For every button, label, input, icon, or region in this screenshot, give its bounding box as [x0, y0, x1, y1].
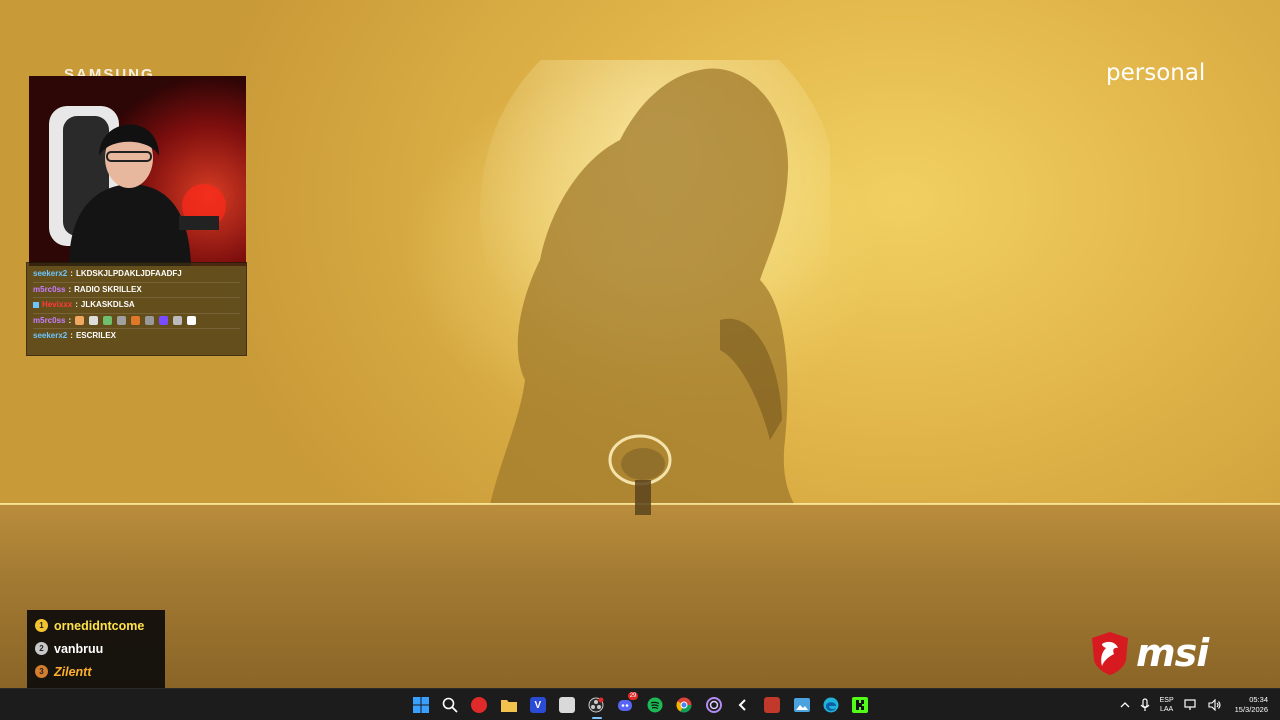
msi-logo: msi	[1090, 630, 1209, 676]
red-app-icon	[471, 697, 488, 713]
taskbar-photos[interactable]	[787, 689, 816, 720]
spotify-icon	[647, 697, 663, 713]
gray-app-icon	[559, 697, 576, 713]
chat-overlay: seekerx2 : LKDSKJLPDAKLJDFAADFJ m5rc0ss …	[26, 262, 247, 356]
taskbar-kick[interactable]	[845, 689, 874, 720]
chat-username: Hevixxx	[42, 300, 73, 310]
clock-date: 15/3/2026	[1234, 705, 1268, 714]
edge-icon	[823, 697, 839, 713]
taskbar-obs[interactable]	[582, 689, 611, 720]
taskbar-app-spiral[interactable]	[699, 689, 728, 720]
kick-icon	[852, 697, 869, 713]
rank-badge: 2	[35, 642, 48, 655]
chat-message: seekerx2 : ESCRILEX	[33, 328, 240, 344]
emote-icon	[131, 316, 141, 326]
top-viewer-row: 3 Zilentt	[35, 660, 157, 683]
v-app-icon: V	[529, 697, 546, 713]
chrome-icon	[676, 697, 692, 713]
search-icon	[442, 697, 458, 713]
chat-separator: :	[70, 331, 73, 341]
chat-message: seekerx2 : LKDSKJLPDAKLJDFAADFJ	[33, 266, 240, 282]
taskbar-voicemeeter[interactable]	[758, 689, 787, 720]
personal-sponsor-logo: personal	[1106, 60, 1206, 86]
clock-time: 05:34	[1249, 695, 1268, 704]
rank-badge: 3	[35, 665, 48, 678]
streamer-webcam-image	[29, 76, 246, 266]
chat-text: RADIO SKRILLEX	[74, 284, 142, 294]
search-button[interactable]	[435, 689, 464, 720]
taskbar-edge[interactable]	[816, 689, 845, 720]
chat-message: Hevixxx : JLKASKDLSA	[33, 297, 240, 313]
msi-wordmark: msi	[1136, 631, 1209, 675]
taskbar-apps: V 29	[406, 689, 875, 720]
chat-text: ESCRILEX	[75, 331, 116, 341]
volume-button[interactable]	[1208, 699, 1222, 711]
chat-separator: :	[75, 300, 78, 310]
keyboard-layout: LAA	[1160, 706, 1174, 713]
language-code: ESP	[1159, 697, 1174, 704]
taskbar-app-gray[interactable]	[552, 689, 581, 720]
emote-icon	[173, 316, 183, 326]
microphone-button[interactable]	[1140, 698, 1150, 712]
chat-text: JLKASKDLSA	[80, 300, 135, 310]
taskbar-app-arrow[interactable]	[728, 689, 757, 720]
start-button[interactable]	[406, 689, 435, 720]
taskbar-discord[interactable]: 29	[611, 689, 640, 720]
discord-notification-badge: 29	[627, 692, 639, 700]
top-viewer-row: 1 ornedidntcome	[35, 614, 157, 637]
chat-separator: :	[68, 315, 72, 325]
rank-badge: 1	[35, 619, 48, 632]
chat-username: m5rc0ss	[33, 284, 66, 294]
taskbar-file-explorer[interactable]	[494, 689, 523, 720]
chevron-up-icon	[1120, 702, 1130, 708]
microphone-icon	[1140, 698, 1150, 711]
voicemeeter-icon	[764, 697, 781, 713]
spiral-app-icon	[705, 697, 722, 713]
arrow-app-icon	[738, 699, 746, 711]
chat-badge-icon	[33, 302, 39, 309]
webcam-overlay	[29, 76, 246, 266]
viewer-name: ornedidntcome	[54, 618, 145, 633]
stage-floor	[0, 505, 1280, 688]
network-monitor-icon	[1184, 699, 1196, 710]
chat-message: m5rc0ss :	[33, 312, 240, 329]
emote-icon	[187, 316, 197, 326]
speaker-icon	[1208, 699, 1221, 711]
emote-icon	[75, 316, 85, 326]
system-tray: ESP LAA 05:34 15/3/2026	[1115, 689, 1280, 720]
emote-icon	[117, 316, 127, 326]
chat-username: m5rc0ss	[33, 315, 66, 325]
emote-icon	[103, 316, 113, 326]
taskbar-app-red[interactable]	[465, 689, 494, 720]
language-indicator[interactable]: ESP LAA	[1160, 696, 1174, 714]
chat-separator: :	[68, 284, 72, 294]
taskbar-chrome[interactable]	[670, 689, 699, 720]
taskbar-v-app[interactable]: V	[523, 689, 552, 720]
chat-username: seekerx2	[33, 268, 68, 278]
taskbar-spotify[interactable]	[640, 689, 669, 720]
network-button[interactable]	[1184, 699, 1198, 711]
chat-text: LKDSKJLPDAKLJDFAADFJ	[75, 268, 182, 278]
photos-icon	[793, 698, 810, 712]
obs-icon	[588, 697, 604, 713]
microphone-stand	[608, 434, 672, 515]
windows-start-icon	[412, 697, 429, 713]
viewer-name: vanbruu	[54, 641, 104, 656]
top-viewer-row: 2 vanbruu	[35, 637, 157, 660]
taskbar-clock[interactable]: 05:34 15/3/2026	[1235, 695, 1268, 715]
chat-separator: :	[70, 268, 73, 278]
emote-icon	[145, 316, 155, 326]
chat-message: m5rc0ss : RADIO SKRILLEX	[33, 281, 240, 298]
top-viewers-panel: 1 ornedidntcome 2 vanbruu 3 Zilentt	[27, 610, 165, 688]
emote-icon	[159, 316, 169, 326]
folder-icon	[500, 700, 517, 712]
viewer-name: Zilentt	[54, 664, 92, 679]
msi-dragon-shield-icon	[1092, 632, 1128, 675]
chat-username: seekerx2	[33, 331, 68, 341]
emote-icon	[89, 316, 99, 326]
tray-overflow-button[interactable]	[1120, 701, 1130, 709]
taskbar: V 29 ESP LAA 05:34 15/3/2026	[0, 688, 1280, 720]
